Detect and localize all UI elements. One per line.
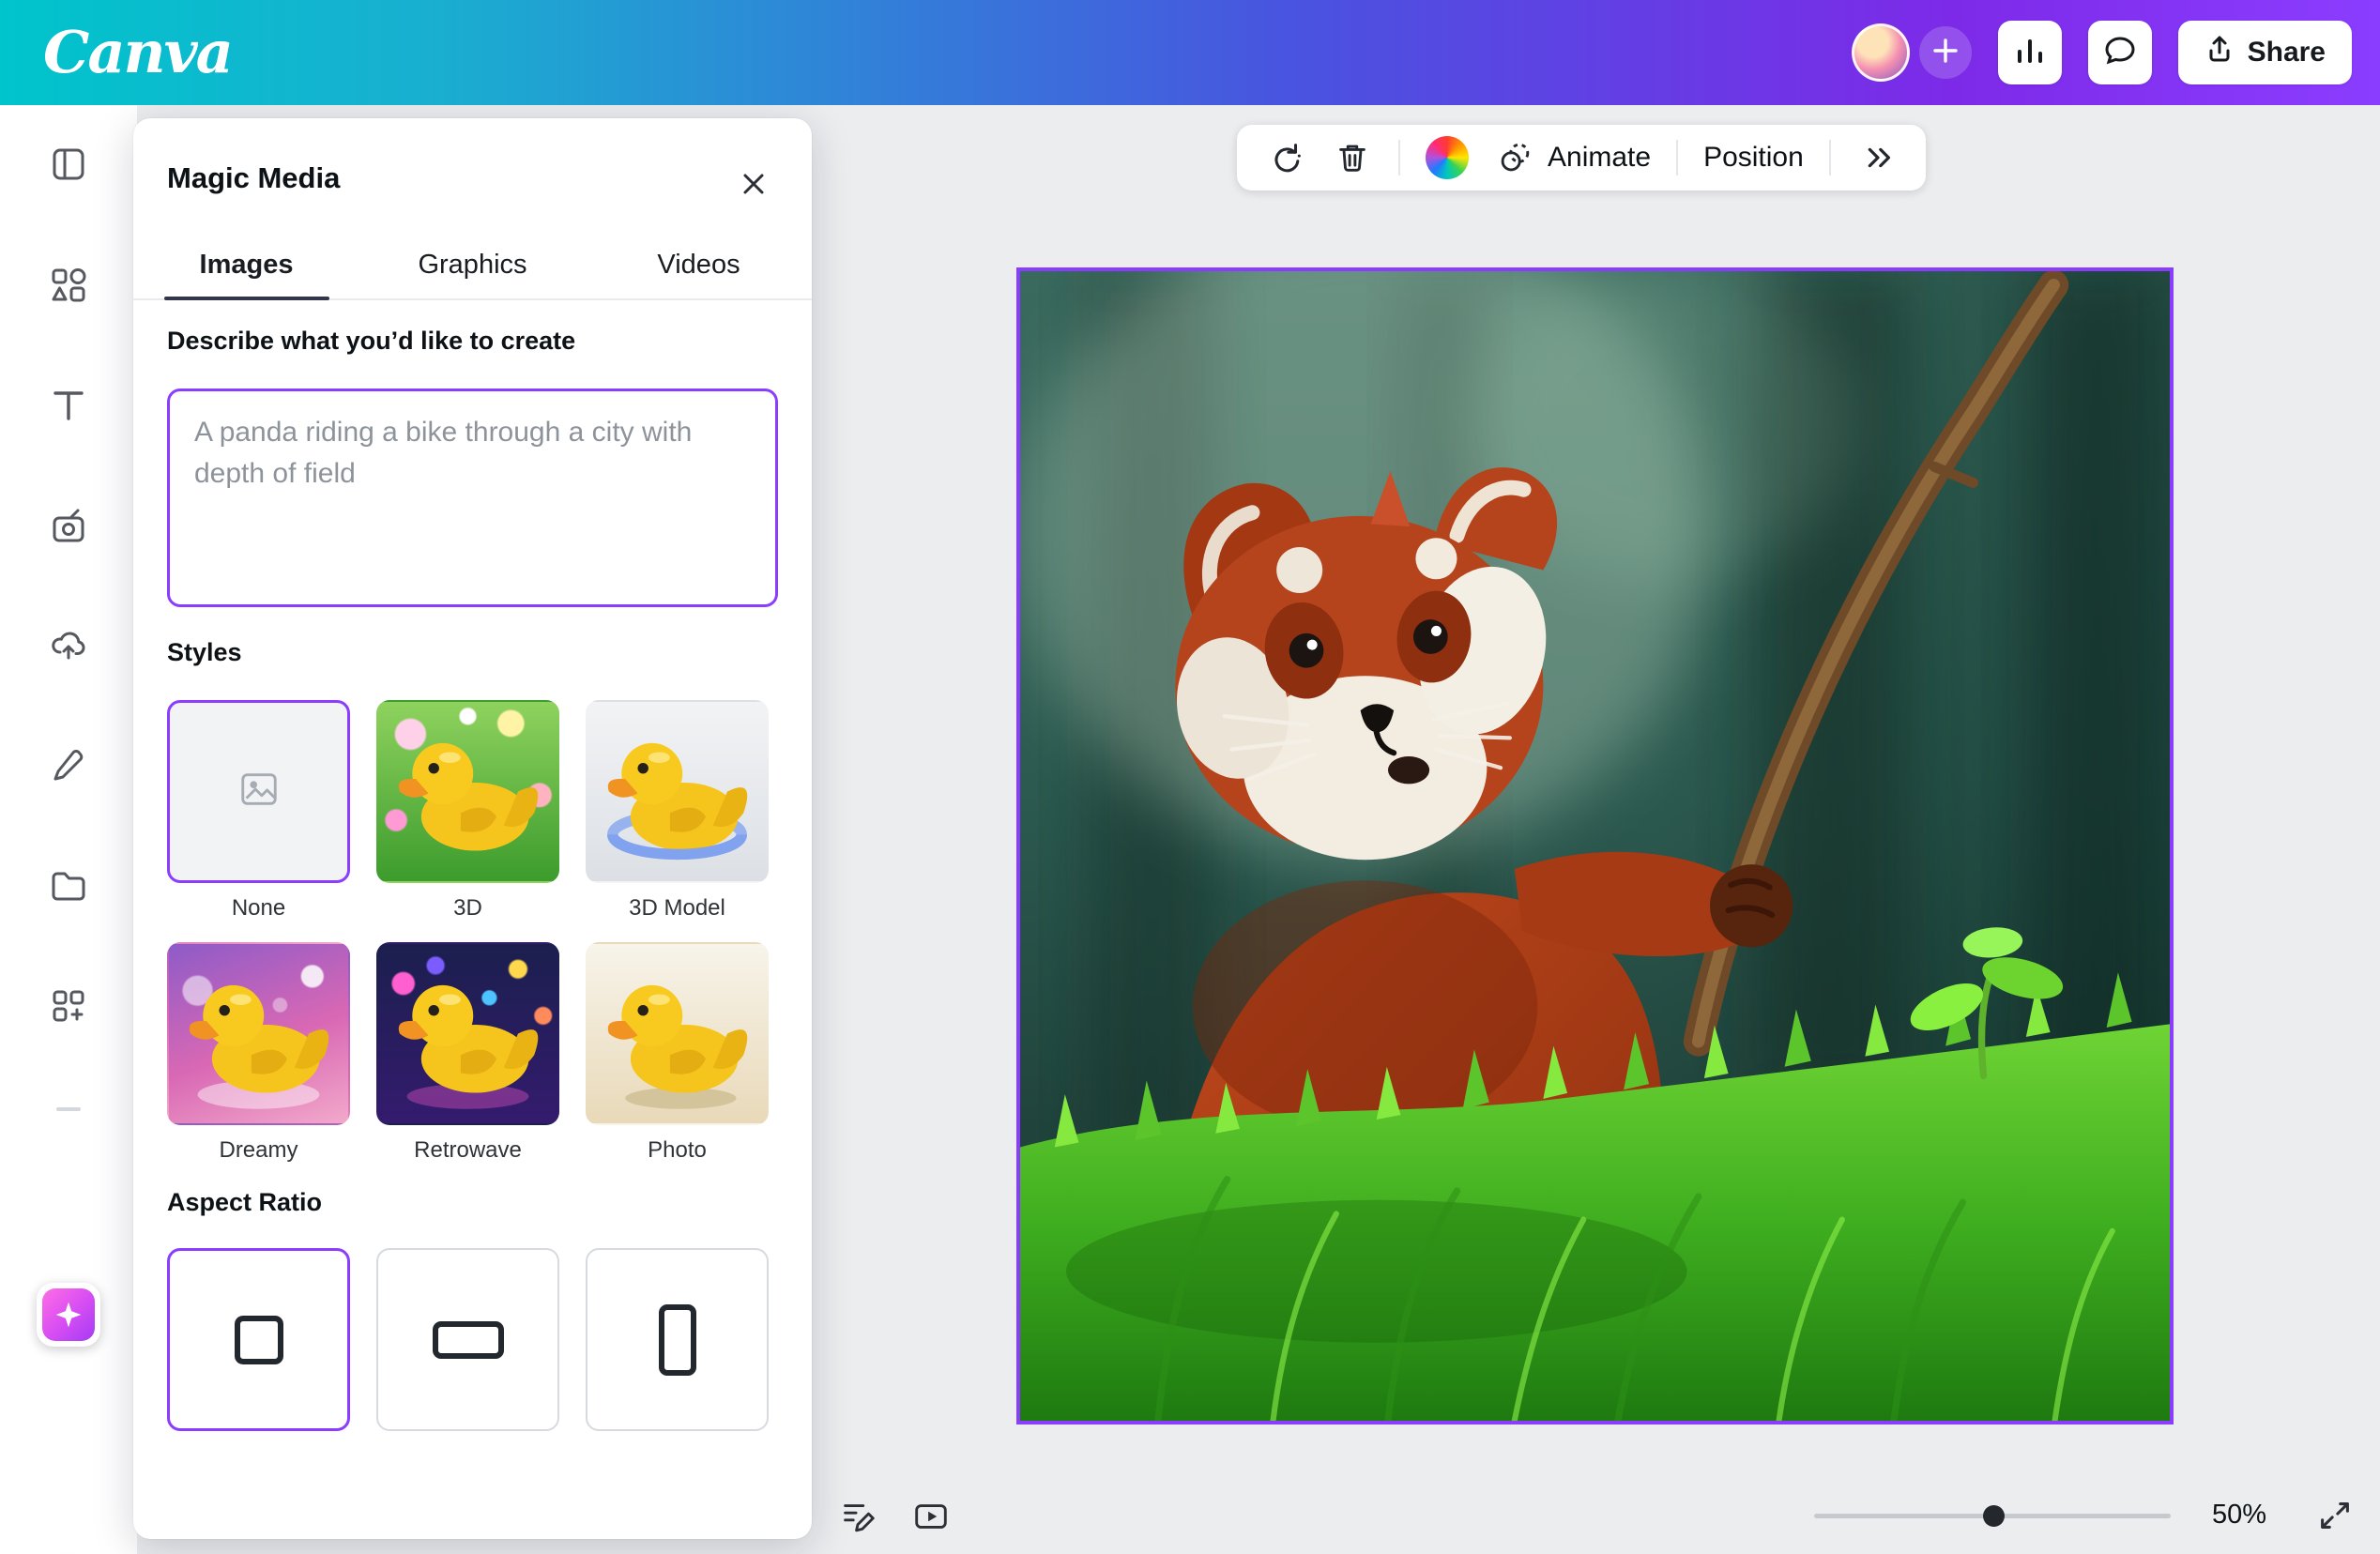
- apps-icon[interactable]: [47, 984, 90, 1028]
- tab-graphics-label: Graphics: [418, 250, 526, 281]
- style-label: 3D: [453, 895, 482, 922]
- style-option-retrowave[interactable]: Retrowave: [376, 942, 559, 1164]
- delete-button[interactable]: [1332, 137, 1373, 178]
- projects-icon[interactable]: [47, 864, 90, 907]
- animate-button[interactable]: Animate: [1494, 137, 1651, 178]
- style-option-3d-model[interactable]: 3D Model: [586, 700, 769, 922]
- brand-icon[interactable]: [47, 505, 90, 548]
- styles-label: Styles: [167, 638, 242, 667]
- portrait-ratio-icon: [659, 1304, 696, 1376]
- zoom-level: 50%: [2212, 1500, 2266, 1531]
- active-tab-underline: [164, 297, 329, 300]
- aspect-ratio-label: Aspect Ratio: [167, 1188, 322, 1217]
- position-button[interactable]: Position: [1703, 142, 1804, 174]
- share-label: Share: [2248, 37, 2326, 69]
- sidebar-item-magic-media[interactable]: [37, 1283, 100, 1347]
- prompt-label: Describe what you’d like to create: [167, 327, 575, 356]
- share-upload-icon: [2205, 34, 2235, 71]
- square-ratio-icon: [235, 1316, 283, 1364]
- style-label: 3D Model: [629, 895, 725, 922]
- tab-videos-label: Videos: [657, 250, 740, 281]
- toolbar-divider: [1676, 140, 1678, 175]
- style-label: Photo: [648, 1137, 707, 1164]
- style-option-dreamy[interactable]: Dreamy: [167, 942, 350, 1164]
- animate-label: Animate: [1548, 142, 1651, 174]
- regenerate-button[interactable]: [1265, 137, 1306, 178]
- prompt-input[interactable]: [167, 388, 778, 607]
- style-label: Retrowave: [414, 1137, 522, 1164]
- tab-graphics[interactable]: Graphics: [359, 231, 586, 298]
- panel-tabs: Images Graphics Videos: [133, 231, 812, 300]
- style-tile-retrowave[interactable]: [376, 942, 559, 1125]
- ratio-landscape-button[interactable]: [376, 1248, 559, 1431]
- magic-media-icon: [42, 1288, 95, 1341]
- avatar[interactable]: [1852, 23, 1910, 82]
- topbar-actions: Share: [1852, 21, 2352, 84]
- plus-icon: [1931, 37, 1960, 69]
- share-button[interactable]: Share: [2178, 21, 2352, 84]
- elements-icon[interactable]: [47, 264, 90, 307]
- ratio-portrait-button[interactable]: [586, 1248, 769, 1431]
- more-tools-button[interactable]: [1856, 137, 1898, 178]
- canva-logo[interactable]: Canva: [43, 23, 232, 82]
- red-panda-illustration: [1020, 271, 2170, 1421]
- close-icon: [738, 168, 770, 205]
- text-icon[interactable]: [47, 384, 90, 427]
- topbar: Canva Share: [0, 0, 2380, 105]
- style-option-photo[interactable]: Photo: [586, 942, 769, 1164]
- bar-chart-icon: [2012, 33, 2048, 73]
- ratio-square-button[interactable]: [167, 1248, 350, 1431]
- draw-icon[interactable]: [47, 743, 90, 786]
- tab-videos[interactable]: Videos: [586, 231, 812, 298]
- selected-image-red-panda[interactable]: [1016, 267, 2174, 1424]
- style-tile-none[interactable]: [167, 700, 350, 883]
- comments-button[interactable]: [2088, 21, 2152, 84]
- notes-button[interactable]: [836, 1495, 879, 1538]
- aspect-ratio-grid: [167, 1248, 769, 1431]
- animate-icon: [1494, 137, 1535, 178]
- comment-bubble-icon: [2102, 33, 2138, 73]
- style-tile-3d-model[interactable]: [586, 700, 769, 883]
- style-option-3d[interactable]: 3D: [376, 700, 559, 922]
- present-button[interactable]: [909, 1495, 953, 1538]
- magic-media-panel: Magic Media Images Graphics Videos Descr…: [133, 118, 812, 1539]
- style-tile-3d[interactable]: [376, 700, 559, 883]
- tab-images[interactable]: Images: [133, 231, 359, 298]
- landscape-ratio-icon: [433, 1321, 504, 1359]
- panel-title: Magic Media: [167, 161, 340, 195]
- sidebar: [0, 105, 137, 1554]
- uploads-icon[interactable]: [47, 622, 90, 665]
- styles-grid: None 3D 3D Model Dreamy: [167, 700, 769, 1164]
- insights-button[interactable]: [1998, 21, 2062, 84]
- fullscreen-button[interactable]: [2313, 1494, 2357, 1537]
- style-tile-dreamy[interactable]: [167, 942, 350, 1125]
- design-icon[interactable]: [47, 143, 90, 186]
- close-panel-button[interactable]: [733, 165, 774, 206]
- sidebar-divider: [56, 1107, 81, 1111]
- style-label: Dreamy: [219, 1137, 298, 1164]
- toolbar-divider: [1829, 140, 1831, 175]
- toolbar-divider: [1398, 140, 1400, 175]
- color-wheel-button[interactable]: [1426, 136, 1469, 179]
- image-placeholder-icon: [237, 768, 281, 815]
- tab-images-label: Images: [200, 250, 294, 281]
- style-label: None: [232, 895, 285, 922]
- add-member-button[interactable]: [1919, 26, 1972, 79]
- style-tile-photo[interactable]: [586, 942, 769, 1125]
- zoom-slider-knob[interactable]: [1983, 1505, 2005, 1527]
- style-option-none[interactable]: None: [167, 700, 350, 922]
- canvas-context-toolbar: Animate Position: [1237, 125, 1926, 190]
